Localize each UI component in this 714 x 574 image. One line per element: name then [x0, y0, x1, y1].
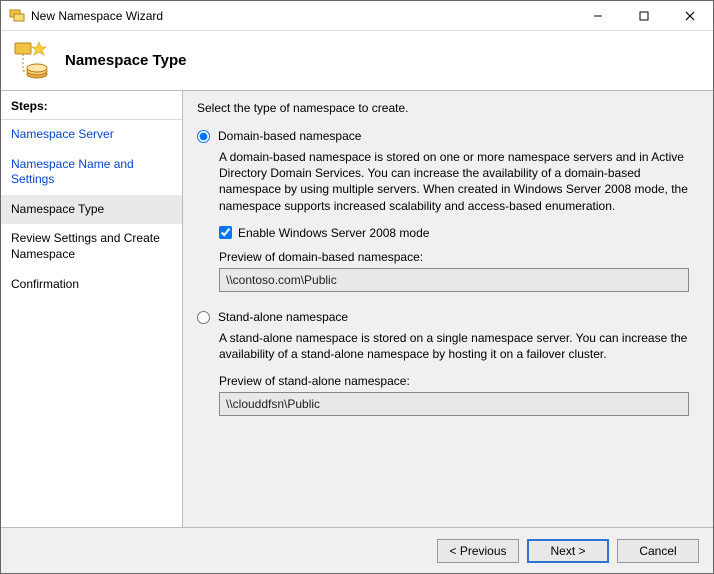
step-review: Review Settings and Create Namespace: [1, 224, 182, 269]
checkbox-2008-mode[interactable]: [219, 226, 232, 239]
domain-preview-label: Preview of domain-based namespace:: [219, 250, 693, 264]
wizard-header: Namespace Type: [1, 31, 713, 91]
standalone-preview-value: \\clouddfsn\Public: [219, 392, 689, 416]
wizard-window: New Namespace Wizard Na: [0, 0, 714, 574]
step-namespace-server[interactable]: Namespace Server: [1, 120, 182, 150]
option-standalone-body: A stand-alone namespace is stored on a s…: [219, 328, 693, 416]
minimize-button[interactable]: [575, 1, 621, 30]
cancel-button[interactable]: Cancel: [617, 539, 699, 563]
option-standalone[interactable]: Stand-alone namespace: [197, 310, 693, 324]
option-domain-label: Domain-based namespace: [218, 129, 361, 143]
step-confirmation: Confirmation: [1, 270, 182, 300]
window-title: New Namespace Wizard: [31, 9, 575, 23]
maximize-button[interactable]: [621, 1, 667, 30]
radio-domain-based[interactable]: [197, 130, 210, 143]
standalone-desc: A stand-alone namespace is stored on a s…: [219, 330, 693, 362]
steps-header: Steps:: [1, 95, 182, 120]
previous-button[interactable]: < Previous: [437, 539, 519, 563]
standalone-preview-label: Preview of stand-alone namespace:: [219, 374, 693, 388]
app-icon: [9, 8, 25, 24]
option-domain-based[interactable]: Domain-based namespace: [197, 129, 693, 143]
step-namespace-name[interactable]: Namespace Name and Settings: [1, 150, 182, 195]
step-namespace-type[interactable]: Namespace Type: [1, 195, 182, 225]
enable-2008-mode[interactable]: Enable Windows Server 2008 mode: [219, 226, 693, 240]
wizard-footer: < Previous Next > Cancel: [1, 527, 713, 573]
wizard-body: Steps: Namespace Server Namespace Name a…: [1, 91, 713, 527]
option-domain-body: A domain-based namespace is stored on on…: [219, 147, 693, 292]
instruction-text: Select the type of namespace to create.: [197, 101, 693, 115]
close-button[interactable]: [667, 1, 713, 30]
domain-desc: A domain-based namespace is stored on on…: [219, 149, 693, 214]
next-button[interactable]: Next >: [527, 539, 609, 563]
checkbox-2008-label: Enable Windows Server 2008 mode: [238, 226, 429, 240]
main-panel: Select the type of namespace to create. …: [183, 91, 713, 527]
steps-sidebar: Steps: Namespace Server Namespace Name a…: [1, 91, 183, 527]
page-title: Namespace Type: [65, 52, 186, 69]
window-buttons: [575, 1, 713, 30]
titlebar: New Namespace Wizard: [1, 1, 713, 31]
option-standalone-label: Stand-alone namespace: [218, 310, 348, 324]
domain-preview-value: \\contoso.com\Public: [219, 268, 689, 292]
wizard-icon: [11, 41, 51, 81]
radio-standalone[interactable]: [197, 311, 210, 324]
